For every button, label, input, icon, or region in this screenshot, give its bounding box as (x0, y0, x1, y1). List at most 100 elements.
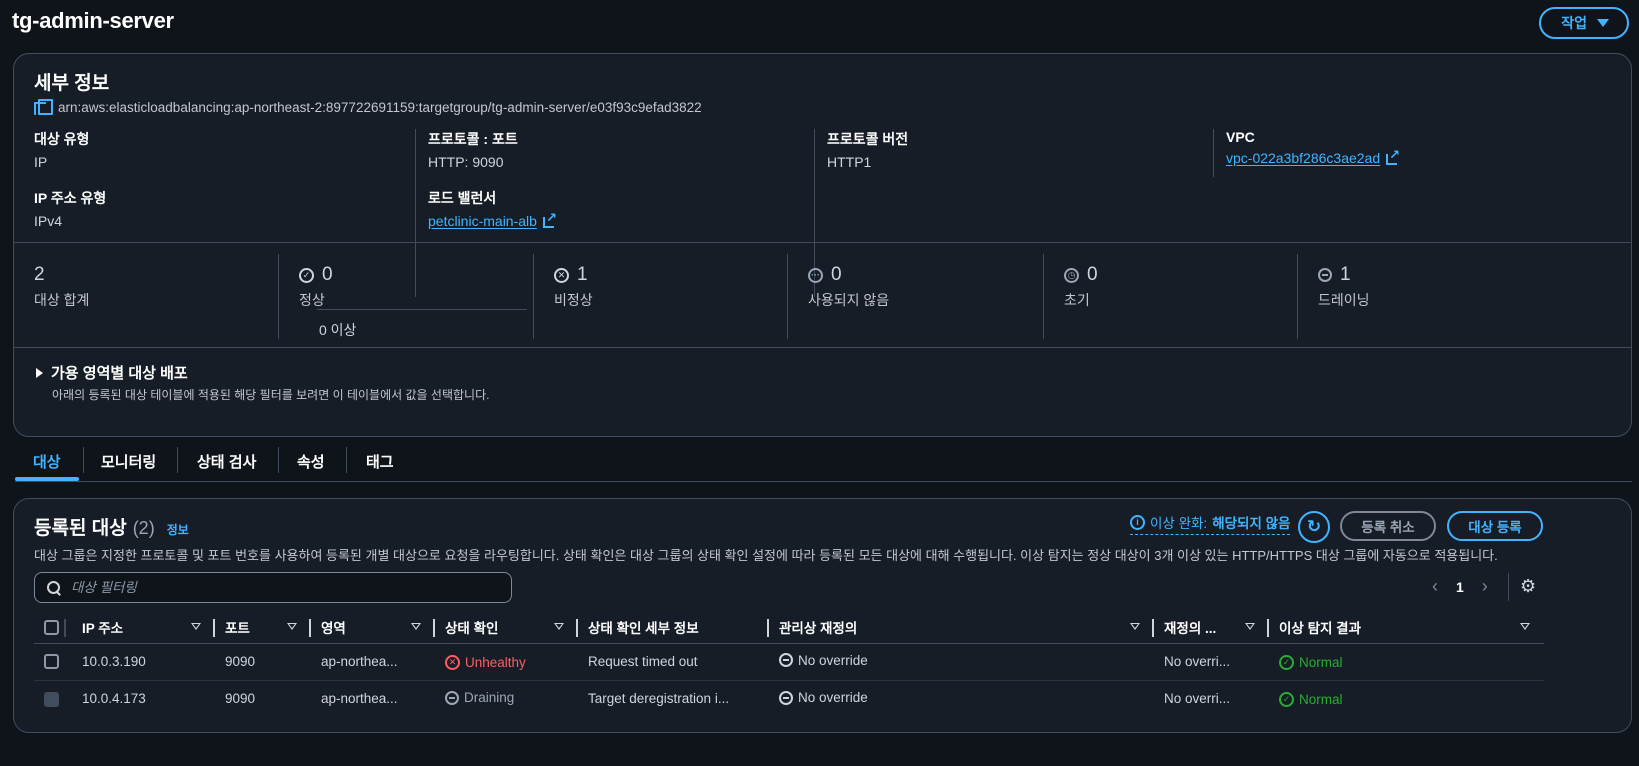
next-page-icon[interactable]: › (1482, 576, 1488, 597)
az-distribution-toggle[interactable]: 가용 영역별 대상 배포 (36, 362, 188, 383)
target-filter-input[interactable] (71, 580, 491, 595)
table-row[interactable]: 10.0.3.190 9090 ap-northea... ✕ Unhealthy… (34, 643, 1544, 681)
load-balancer-link[interactable]: petclinic-main-alb (428, 213, 537, 229)
col-admin-override-label: 관리상 재정의 (779, 620, 858, 636)
stat-unused[interactable]: ··· 0 사용되지 않음 (787, 254, 1042, 339)
override-text: No override (798, 690, 868, 705)
refresh-button[interactable]: ↻ (1298, 511, 1330, 543)
col-health-status[interactable]: 상태 확인 (435, 611, 578, 644)
cell-health-details: Request timed out (578, 643, 769, 681)
anomaly-mitigation-value: 해당되지 않음 (1212, 516, 1291, 531)
table-header-row: IP 주소 포트 영역 상태 확인 상태 확인 세부 정보 관리상 재정의 재정… (34, 611, 1544, 644)
anomaly-mitigation-label: 이상 완화: (1150, 516, 1208, 531)
sort-icon (191, 623, 201, 631)
active-tab-indicator (15, 477, 79, 481)
col-ip-address[interactable]: IP 주소 (72, 611, 215, 644)
protocol-port-value: HTTP: 9090 (428, 154, 504, 170)
row-checkbox[interactable] (44, 654, 59, 670)
tab-targets[interactable]: 대상 (33, 448, 61, 475)
row-checkbox (44, 691, 59, 707)
col-anomaly-result[interactable]: 이상 탐지 결과 (1269, 611, 1544, 644)
col-anomaly-result-label: 이상 탐지 결과 (1279, 620, 1362, 636)
col-health-details[interactable]: 상태 확인 세부 정보 (578, 611, 769, 644)
select-all-header (34, 611, 72, 644)
draining-label: 드레이닝 (1318, 292, 1370, 308)
details-column-4: VPC vpc-022a3bf286c3ae2ad (1213, 129, 1593, 177)
stat-unhealthy[interactable]: ✕ 1 비정상 (533, 254, 788, 339)
cell-port: 9090 (225, 691, 256, 707)
anomaly-status: ✓ Normal (1279, 692, 1343, 708)
pagination: ‹ 1 › (1432, 576, 1488, 597)
override-status: No override (779, 690, 868, 705)
ip-type-value: IPv4 (34, 213, 63, 229)
protocol-version-value: HTTP1 (827, 154, 872, 170)
x-circle-icon: ✕ (445, 655, 460, 670)
vpc-link[interactable]: vpc-022a3bf286c3ae2ad (1226, 150, 1380, 166)
sort-icon (1520, 623, 1530, 631)
total-count: 2 (34, 264, 45, 285)
ip-type-key: IP 주소 유형 (34, 190, 107, 206)
external-link-icon (1386, 147, 1400, 165)
col-zone-label: 영역 (321, 620, 346, 636)
minus-circle-icon (779, 653, 793, 668)
anomaly-divider (317, 309, 527, 310)
sort-icon (554, 623, 564, 631)
tab-attributes[interactable]: 속성 (297, 448, 325, 475)
clock-icon: ◷ (1064, 267, 1079, 283)
tab-health-checks[interactable]: 상태 검사 (197, 448, 256, 475)
unused-label: 사용되지 않음 (808, 292, 890, 308)
info-icon: i (1130, 514, 1145, 530)
caret-right-icon (36, 367, 43, 378)
select-all-checkbox[interactable] (44, 619, 59, 635)
initial-count: 0 (1087, 264, 1098, 285)
col-health-status-label: 상태 확인 (445, 620, 499, 636)
anomaly-status: ✓ Normal (1279, 655, 1343, 670)
caret-down-icon (1597, 19, 1609, 27)
target-filter[interactable] (34, 572, 512, 603)
anomaly-mitigation-popover[interactable]: i 이상 완화: 해당되지 않음 (1130, 512, 1291, 535)
deregister-button[interactable]: 등록 취소 (1340, 511, 1436, 541)
table-row[interactable]: 10.0.4.173 9090 ap-northea... Draining T… (34, 680, 1544, 717)
pager-separator (1508, 573, 1509, 601)
sort-icon (1245, 623, 1255, 631)
copy-icon[interactable] (34, 99, 53, 115)
health-status: Draining (445, 690, 514, 705)
targets-table: IP 주소 포트 영역 상태 확인 상태 확인 세부 정보 관리상 재정의 재정… (34, 611, 1544, 717)
draining-count: 1 (1340, 264, 1351, 285)
cell-override-reason: No overri... (1164, 691, 1231, 707)
protocol-port-key: 프로토콜 : 포트 (428, 131, 518, 147)
column-separator (64, 619, 66, 637)
targets-count: (2) (132, 518, 155, 538)
health-status-text: Draining (464, 690, 515, 705)
anomaly-text: Normal (1299, 655, 1343, 670)
tab-separator (177, 447, 178, 473)
health-status: ✕ Unhealthy (445, 655, 526, 670)
prev-page-icon[interactable]: ‹ (1432, 576, 1438, 597)
gear-icon[interactable]: ⚙ (1520, 576, 1536, 597)
target-type-key: 대상 유형 (34, 131, 90, 147)
stat-healthy[interactable]: ✓ 0 정상 (278, 254, 533, 339)
col-admin-override[interactable]: 관리상 재정의 (769, 611, 1154, 644)
unhealthy-label: 비정상 (554, 292, 593, 308)
unhealthy-count: 1 (577, 264, 588, 285)
tab-monitoring[interactable]: 모니터링 (101, 448, 156, 475)
tab-tags[interactable]: 태그 (366, 448, 394, 475)
stat-draining[interactable]: 1 드레이닝 (1297, 254, 1552, 339)
protocol-version-key: 프로토콜 버전 (827, 131, 909, 147)
col-health-details-label: 상태 확인 세부 정보 (588, 620, 699, 636)
stat-initial[interactable]: ◷ 0 초기 (1043, 254, 1298, 339)
tab-bar: 대상 모니터링 상태 검사 속성 태그 (15, 440, 1632, 482)
details-panel: 세부 정보 arn:aws:elasticloadbalancing:ap-no… (13, 53, 1632, 437)
az-title-text: 가용 영역별 대상 배포 (51, 365, 188, 382)
actions-button[interactable]: 작업 (1539, 7, 1629, 39)
cell-override-reason: No overri... (1154, 643, 1269, 681)
col-override-reason[interactable]: 재정의 ... (1154, 611, 1269, 644)
register-targets-button[interactable]: 대상 등록 (1447, 511, 1543, 541)
col-zone[interactable]: 영역 (311, 611, 435, 644)
page-number[interactable]: 1 (1456, 579, 1464, 595)
minus-circle-icon (779, 690, 793, 705)
arn-text: arn:aws:elasticloadbalancing:ap-northeas… (58, 99, 702, 115)
col-port[interactable]: 포트 (215, 611, 311, 644)
x-circle-icon: ✕ (554, 267, 569, 283)
info-link[interactable]: 정보 (167, 521, 189, 538)
